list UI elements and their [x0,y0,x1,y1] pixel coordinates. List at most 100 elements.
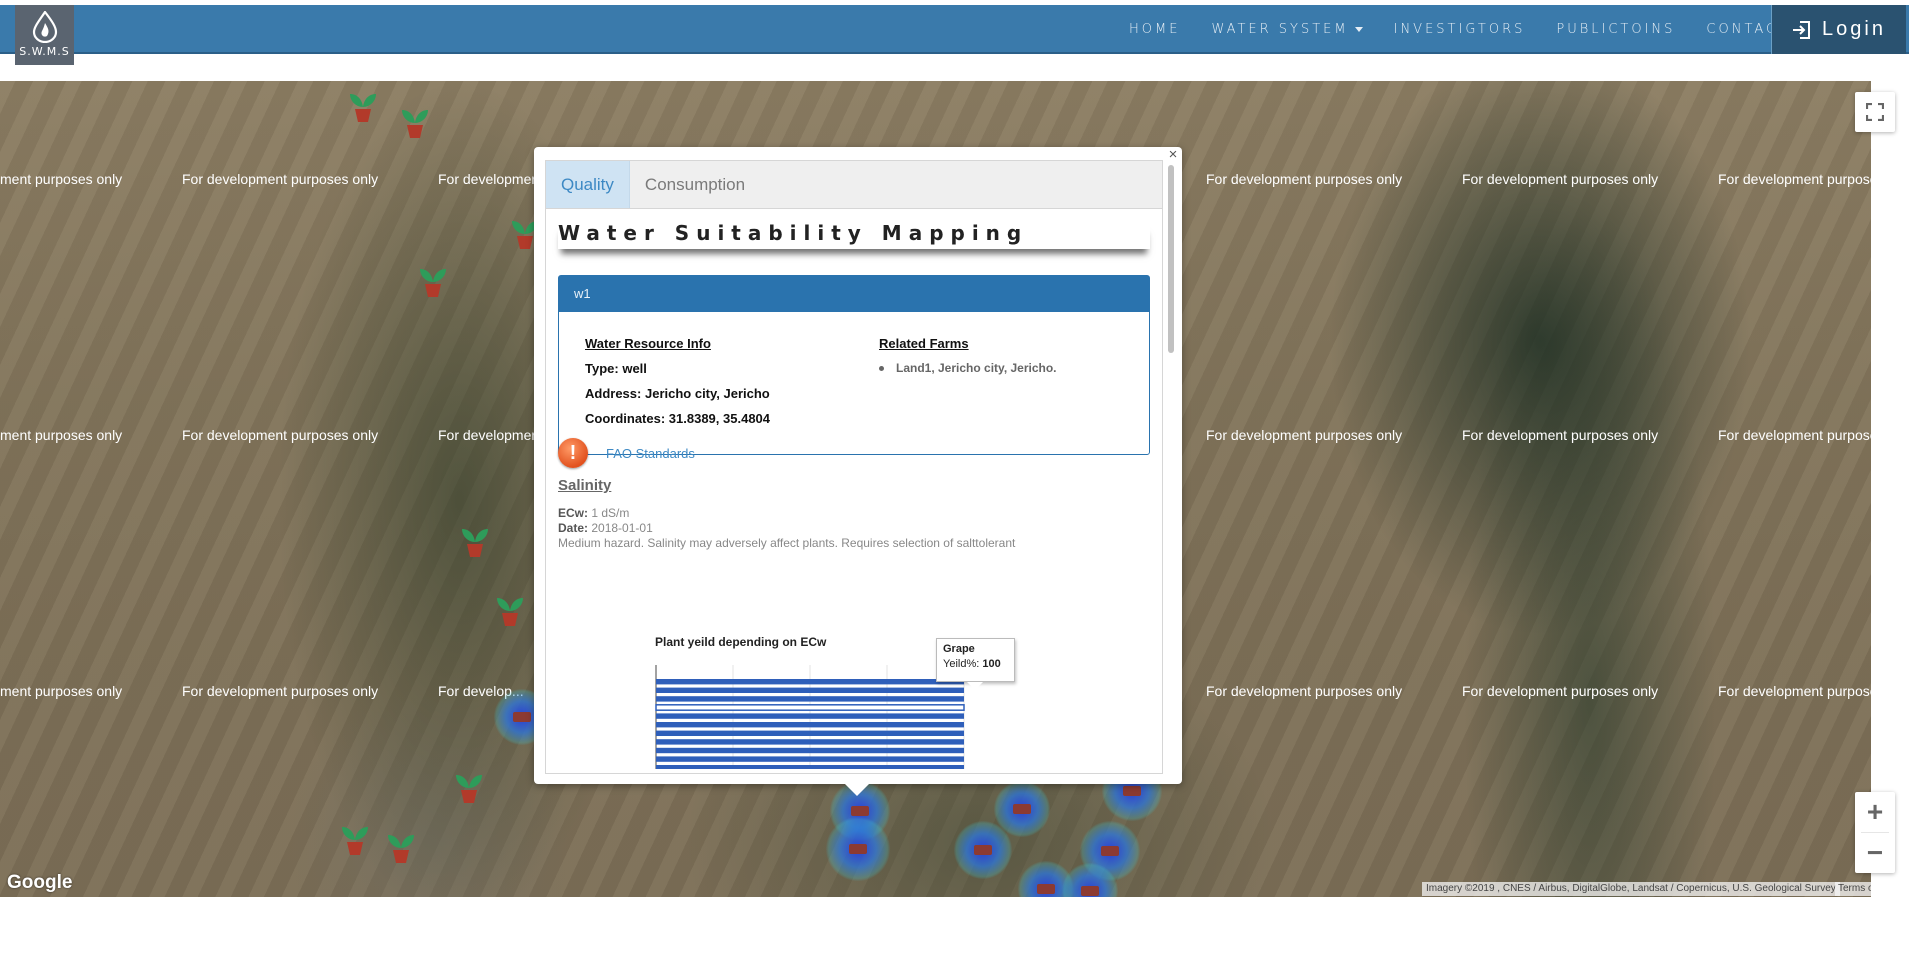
yield-chart[interactable] [654,665,974,769]
nav-publications-label: PUBLICTOINS [1556,22,1676,37]
chart-bar[interactable] [656,696,964,702]
watermark-text: For developmen [438,171,540,187]
popup-scrollbar[interactable] [1168,165,1174,353]
watermark-text: For development purposes on [1718,171,1871,187]
warning-icon: ! [558,438,588,468]
map-attribution: Imagery ©2019 , CNES / Airbus, DigitalGl… [1422,882,1840,896]
login-label: Login [1822,18,1886,40]
chart-tooltip: Grape Yeild%: 100 [936,638,1015,690]
chart-bar[interactable] [655,704,965,711]
watermark-text: For development purposes only [182,427,379,443]
plant-marker-icon[interactable] [338,818,372,858]
plant-marker-icon[interactable] [346,85,380,125]
app-logo[interactable]: S.W.M.S [15,5,74,65]
coordinates-label: Coordinates: [585,411,666,426]
login-button[interactable]: Login [1771,5,1906,54]
watermark-text: For development purposes on [1718,683,1871,699]
nav-publications[interactable]: PUBLICTOINS [1556,22,1675,37]
google-logo: Google [7,872,73,893]
plant-marker-icon[interactable] [493,589,527,629]
chart-bar[interactable] [656,730,964,736]
plant-marker-icon[interactable] [398,101,432,141]
ecw-label: ECw: [558,506,588,520]
tooltip-value: 100 [982,658,1001,670]
chart-title: Plant yeild depending on ECw [655,635,827,649]
type-value: well [622,361,647,376]
nav-menu: HOME WATER SYSTEM INVESTIGTORS PUBLICTOI… [1098,5,1789,54]
watermark-text: For development purposes only [182,683,379,699]
panel-body: Water Resource Info Type: well Address: … [559,312,1149,454]
date-value: 2018-01-01 [591,521,653,535]
watermark-text: For development purposes only [1462,683,1659,699]
watermark-text: ment purposes only [0,427,123,443]
plant-marker-icon[interactable] [458,520,492,560]
watermark-text: For developmen [438,427,540,443]
address-value: Jericho city, Jericho [644,386,770,401]
watermark-text: For development purposes on [1718,427,1871,443]
well-marker-icon[interactable] [954,821,1012,879]
salinity-heading: Salinity [558,477,612,494]
ecw-row: ECw: 1 dS/m [558,506,629,520]
plant-marker-icon[interactable] [384,826,418,866]
chevron-down-icon [1354,27,1363,32]
type-row: Type: well [585,361,770,376]
watermark-text: ment purposes only [0,683,123,699]
terms-of-use-link[interactable]: Terms of Use [1835,882,1871,896]
info-window-content: Quality Consumption Water Suitability Ma… [545,160,1163,774]
tab-consumption[interactable]: Consumption [630,161,760,208]
tooltip-name: Grape [943,643,975,655]
fullscreen-button[interactable] [1855,92,1895,132]
chart-bar[interactable] [656,739,964,745]
watermark-text: For development purposes only [182,171,379,187]
coordinates-value: 31.8389, 35.4804 [668,411,771,426]
chart-bar[interactable] [656,713,964,719]
top-navbar: S.W.M.S HOME WATER SYSTEM INVESTIGTORS P… [0,5,1909,65]
chart-bar[interactable] [656,687,964,693]
info-window-pointer [845,784,869,796]
tab-bar: Quality Consumption [546,161,1162,209]
plant-marker-icon[interactable] [452,766,486,806]
warning-row: ! FAO Standards [558,438,695,468]
nav-investigators[interactable]: INVESTIGTORS [1394,22,1526,37]
nav-water-system-label: WATER SYSTEM [1211,22,1349,37]
close-icon[interactable]: × [1166,147,1180,162]
section-heading: Related Farms [879,336,969,351]
address-label: Address: [585,386,642,401]
date-row: Date: 2018-01-01 [558,521,653,535]
well-marker-icon[interactable] [826,817,890,881]
zoom-control: + − [1855,792,1895,873]
resource-panel: w1 Water Resource Info Type: well Addres… [558,275,1150,455]
nav-investigators-label: INVESTIGTORS [1393,22,1526,37]
chart-bar[interactable] [656,722,964,728]
nav-home[interactable]: HOME [1129,22,1180,37]
date-label: Date: [558,521,589,535]
water-resource-info: Water Resource Info Type: well Address: … [585,336,770,436]
coordinates-row: Coordinates: 31.8389, 35.4804 [585,411,770,426]
watermark-text: ment purposes only [0,171,123,187]
list-item[interactable]: Land1, Jericho city, Jericho. [879,361,1057,375]
nav-home-label: HOME [1129,22,1181,37]
watermark-text: For development purposes only [1206,427,1403,443]
zoom-out-button[interactable]: − [1855,833,1895,873]
fao-standards-link[interactable]: FAO Standards [606,446,695,461]
fullscreen-icon [1866,103,1884,121]
chart-bar[interactable] [656,679,964,685]
zoom-in-button[interactable]: + [1855,792,1895,832]
sign-in-icon [1793,20,1811,39]
watermark-text: For development purposes only [1206,683,1403,699]
tab-quality[interactable]: Quality [546,161,630,208]
watermark-text: For development purposes only [1462,171,1659,187]
related-farms: Related Farms Land1, Jericho city, Jeric… [879,336,1057,375]
logo-text: S.W.M.S [19,45,70,58]
chart-bar[interactable] [656,765,964,769]
address-row: Address: Jericho city, Jericho [585,386,770,401]
water-drop-flame-icon [32,11,57,43]
chart-bar[interactable] [656,756,964,762]
plant-marker-icon[interactable] [416,260,450,300]
type-label: Type: [585,361,619,376]
watermark-text: For development purposes only [1462,427,1659,443]
salinity-note: Medium hazard. Salinity may adversely af… [558,536,1016,550]
chart-bar[interactable] [656,747,964,754]
nav-water-system[interactable]: WATER SYSTEM [1211,22,1363,37]
tooltip-value-row: Yeild%: 100 [943,658,1008,670]
